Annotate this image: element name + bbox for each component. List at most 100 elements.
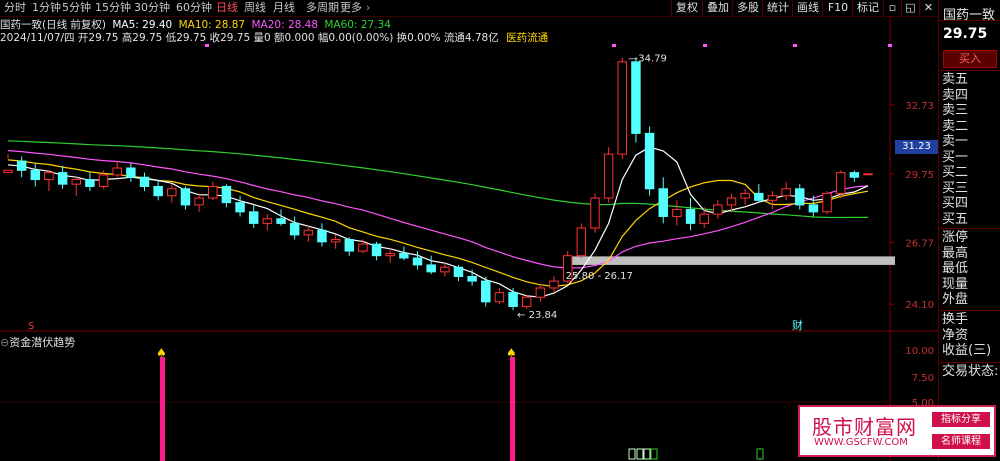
- order-book-label: 卖二: [942, 118, 969, 134]
- candle-body: [235, 202, 245, 213]
- indicator-box: [636, 448, 644, 460]
- candle-body: [344, 239, 355, 252]
- panel-divider: [939, 228, 1000, 229]
- bar-info-line: 2024/11/07/四 开29.75 高29.75 低29.75 收29.75…: [0, 31, 938, 45]
- panel-divider: [939, 362, 1000, 363]
- restore-window-icon[interactable]: ◱: [901, 0, 919, 16]
- candle-body: [221, 185, 232, 204]
- stat-label: 最高: [942, 245, 969, 261]
- candle-body: [576, 227, 587, 257]
- signal-butterfly-icon: ♠: [156, 346, 167, 360]
- period-tab-4[interactable]: 30分钟: [134, 1, 170, 15]
- ma5-label: MA5: 29.40: [112, 19, 173, 31]
- indicator-minus-icon[interactable]: ⊖: [0, 336, 9, 349]
- candle-body: [481, 280, 491, 303]
- current-price-tag: 31.23: [895, 140, 938, 154]
- period-tab-0[interactable]: 分时: [4, 1, 26, 15]
- candle-body: [412, 257, 423, 266]
- candle-body: [276, 218, 286, 224]
- period-tab-1[interactable]: 1分钟: [32, 1, 61, 15]
- candle-body: [740, 192, 750, 199]
- candle-body: [71, 179, 81, 185]
- candle-body: [863, 173, 873, 176]
- signal-bar: [510, 357, 515, 461]
- period-tab-5[interactable]: 60分钟: [176, 1, 212, 15]
- kline-chart[interactable]: 32.7329.7526.7724.1010.007.505.00—34.79←…: [0, 0, 938, 461]
- candle-body: [85, 179, 95, 187]
- more-caret-icon[interactable]: ›: [366, 1, 370, 15]
- order-book-label: 卖一: [942, 134, 969, 149]
- period-tab-7[interactable]: 周线: [244, 1, 266, 15]
- candle-body: [16, 160, 27, 171]
- ma20-label: MA20: 28.48: [251, 19, 319, 31]
- period-tab-3[interactable]: 15分钟: [95, 1, 131, 15]
- panel-divider: [939, 20, 1000, 21]
- min-window-icon[interactable]: ▫: [883, 0, 901, 16]
- candle-body: [672, 209, 682, 217]
- candle-body: [808, 204, 819, 213]
- candle-body: [849, 172, 860, 178]
- candle-body: [180, 188, 191, 206]
- candle-body: [508, 292, 518, 307]
- candle-body: [248, 211, 259, 224]
- candle-body: [330, 239, 341, 243]
- candle-body: [98, 174, 109, 187]
- quote-panel: 国药一致 29.75 买入 卖五 卖四 卖三 卖二 卖一 买一 买二 买三 买四 买五 涨停 最高 最低…: [938, 0, 1000, 461]
- close-window-icon[interactable]: ✕: [919, 0, 937, 16]
- price-tick-label: 32.73: [905, 101, 934, 112]
- order-book-label: 买二: [942, 165, 969, 180]
- candle-body: [3, 169, 13, 174]
- price-tick-label: 24.10: [905, 300, 934, 311]
- toolbar-button-1[interactable]: 叠加: [702, 0, 733, 16]
- watermark-logo: 股市财富网: [812, 415, 917, 439]
- toolbar-button-0[interactable]: 复权: [671, 0, 702, 16]
- candle-body: [617, 61, 628, 155]
- tag-teacher-course[interactable]: 名师课程: [932, 434, 990, 449]
- candle-body: [781, 188, 791, 197]
- candle-body: [453, 266, 464, 277]
- candle-body: [822, 192, 832, 213]
- toolbar-button-3[interactable]: 统计: [762, 0, 793, 16]
- panel-divider: [939, 70, 1000, 71]
- candle-body: [467, 275, 477, 282]
- stat-label: 涨停: [942, 230, 969, 245]
- ma60-line: [7, 140, 868, 219]
- period-tab-8[interactable]: 月线: [273, 1, 295, 15]
- watermark: 股市财富网 WWW.GSCFW.COM 指标分享 名师课程: [798, 405, 996, 457]
- buy-button[interactable]: 买入: [943, 50, 997, 68]
- indicator-box: [650, 448, 658, 460]
- ma60-label: MA60: 27.34: [324, 19, 391, 31]
- indicator-name: ⊖资金潜伏趋势: [0, 336, 76, 349]
- panel-divider: [939, 310, 1000, 311]
- candle-body: [303, 229, 314, 236]
- candle-body: [126, 167, 136, 178]
- period-tab-9[interactable]: 多周期: [306, 1, 339, 15]
- toolbar-button-6[interactable]: 标记: [852, 0, 883, 16]
- toolbar-button-4[interactable]: 画线: [792, 0, 823, 16]
- stat-label: 收益(三): [942, 343, 992, 358]
- candle-body: [262, 218, 273, 224]
- candle-body: [590, 197, 600, 229]
- candle-body: [644, 132, 655, 190]
- candle-body: [289, 222, 300, 236]
- period-tab-10[interactable]: 更多: [340, 1, 362, 15]
- candle-body: [30, 169, 41, 181]
- period-toolbar: 分时 1分钟 5分钟 15分钟 30分钟 60分钟 日线 周线 月线 多周期 更多 › 复权 叠加 多股 统计…: [0, 0, 938, 17]
- toolbar-button-5[interactable]: F10: [822, 0, 853, 16]
- period-tab-2[interactable]: 5分钟: [62, 1, 91, 15]
- stat-label: 交易状态:: [942, 364, 999, 379]
- signal-butterfly-icon: ♠: [506, 346, 517, 360]
- indicator-box: [628, 448, 636, 460]
- stat-label: 最低: [942, 261, 969, 276]
- ma20-line: [7, 150, 869, 269]
- order-book-label: 买五: [942, 211, 969, 227]
- period-tab-6[interactable]: 日线: [216, 1, 238, 15]
- sector-label[interactable]: 医药流通: [506, 32, 548, 44]
- candle-body: [139, 176, 150, 187]
- toolbar-button-2[interactable]: 多股: [732, 0, 763, 16]
- tag-indicator-share[interactable]: 指标分享: [932, 412, 990, 427]
- candle-body: [153, 185, 163, 197]
- candle-body: [208, 185, 218, 199]
- candle-body: [713, 204, 723, 215]
- candle-body: [685, 209, 696, 224]
